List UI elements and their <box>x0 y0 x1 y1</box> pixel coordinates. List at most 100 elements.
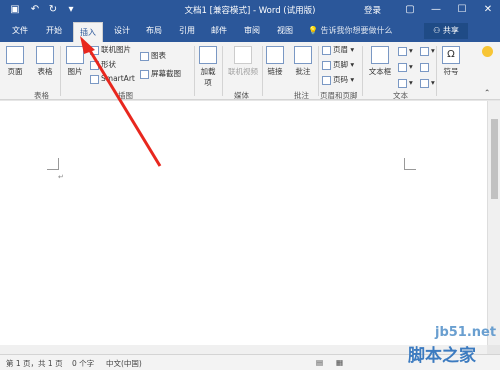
online-picture-icon <box>90 45 99 55</box>
footer-icon <box>322 60 331 70</box>
link-icon <box>266 46 284 64</box>
crop-mark-right <box>404 158 416 170</box>
collapse-ribbon-icon[interactable]: ⌃ <box>484 88 490 97</box>
tab-layout[interactable]: 布局 <box>146 25 162 36</box>
screenshot-button[interactable]: 屏幕截图 <box>140 68 181 79</box>
shapes-icon <box>90 60 99 70</box>
language-indicator[interactable]: 中文(中国) <box>106 358 142 369</box>
chart-label: 图表 <box>151 51 166 60</box>
page-number-label: 页码 <box>333 75 348 84</box>
screenshot-label: 屏幕截图 <box>151 69 181 78</box>
tab-view[interactable]: 视图 <box>277 25 293 36</box>
tab-insert[interactable]: 插入 <box>73 22 103 42</box>
group-table-label: 表格 <box>34 91 49 100</box>
page-number-icon <box>322 75 331 85</box>
person-icon: ⚇ <box>433 26 441 35</box>
word-count[interactable]: 0 个字 <box>72 358 94 369</box>
textbox-button[interactable]: 文本框 <box>366 46 394 77</box>
feedback-smiley-icon[interactable] <box>482 46 493 57</box>
page-number-button[interactable]: 页码 ▾ <box>322 74 354 85</box>
header-icon <box>322 45 331 55</box>
chart-icon <box>140 51 149 61</box>
video-icon <box>234 46 252 64</box>
addins-icon <box>199 46 217 64</box>
lightbulb-icon: 💡 <box>308 26 318 35</box>
wordart-icon[interactable]: ▾ <box>398 62 413 72</box>
login-link[interactable]: 登录 <box>364 4 381 16</box>
shapes-label: 形状 <box>101 60 116 69</box>
online-picture-button[interactable]: 联机图片 <box>90 44 131 55</box>
date-time-icon[interactable] <box>420 62 431 72</box>
online-video-button[interactable]: 联机视频 <box>226 46 260 77</box>
table-button[interactable]: 表格 <box>32 46 58 77</box>
symbol-button[interactable]: Ω 符号 <box>440 46 462 77</box>
signature-line-icon[interactable]: ▾ <box>420 46 435 56</box>
paragraph-mark: ↵ <box>58 173 64 181</box>
tell-me-text: 告诉我你想要做什么 <box>320 26 393 35</box>
crop-mark-left <box>47 158 59 170</box>
close-button[interactable]: ✕ <box>476 0 500 20</box>
share-label: 共享 <box>442 26 459 35</box>
omega-icon: Ω <box>442 46 460 64</box>
online-video-label: 联机视频 <box>228 67 258 76</box>
chart-button[interactable]: 图表 <box>140 50 166 61</box>
ribbon-tabs: 文件 开始 插入 设计 布局 引用 邮件 审阅 视图 💡 告诉我你想要做什么 ⚇… <box>0 20 500 42</box>
ribbon-separator <box>194 46 195 96</box>
table-label: 表格 <box>37 67 53 76</box>
watermark-text: 脚本之家 <box>408 346 476 366</box>
tab-references[interactable]: 引用 <box>179 25 195 36</box>
ribbon-separator <box>60 46 61 96</box>
comment-button[interactable]: 批注 <box>292 46 314 77</box>
quick-parts-icon[interactable]: ▾ <box>398 46 413 56</box>
group-header-footer-label: 页眉和页脚 <box>320 91 358 100</box>
picture-button[interactable]: 图片 <box>64 46 86 77</box>
vertical-scroll-thumb[interactable] <box>491 119 498 199</box>
ribbon-separator <box>262 46 263 96</box>
ribbon-display-icon[interactable]: ▢ <box>398 0 422 20</box>
page-button[interactable]: 页面 <box>4 46 26 77</box>
ribbon-separator <box>318 46 319 96</box>
maximize-button[interactable]: ☐ <box>450 0 474 20</box>
ribbon-separator <box>362 46 363 96</box>
tab-mailings[interactable]: 邮件 <box>211 25 227 36</box>
tab-design[interactable]: 设计 <box>114 25 130 36</box>
header-button[interactable]: 页眉 ▾ <box>322 44 354 55</box>
picture-icon <box>66 46 84 64</box>
group-comments-label: 批注 <box>294 91 309 100</box>
footer-button[interactable]: 页脚 ▾ <box>322 59 354 70</box>
tab-home[interactable]: 开始 <box>46 25 62 36</box>
comment-icon <box>294 46 312 64</box>
comment-label: 批注 <box>295 67 311 76</box>
link-button[interactable]: 链接 <box>265 46 285 77</box>
object-icon[interactable]: ▾ <box>420 78 435 88</box>
shapes-button[interactable]: 形状 <box>90 59 116 70</box>
read-mode-icon[interactable]: ▤ <box>316 358 323 367</box>
tell-me-input[interactable]: 💡 告诉我你想要做什么 <box>308 25 393 36</box>
tab-file[interactable]: 文件 <box>12 25 28 36</box>
link-label: 链接 <box>267 67 283 76</box>
symbol-label: 符号 <box>443 67 459 76</box>
smartart-label: SmartArt <box>101 74 135 83</box>
addins-button[interactable]: 加载项 <box>198 46 218 88</box>
addins-label: 加载项 <box>200 67 216 87</box>
group-illustrations-label: 插图 <box>118 91 133 100</box>
screenshot-icon <box>140 69 149 79</box>
smartart-button[interactable]: SmartArt <box>90 74 135 84</box>
page-count[interactable]: 第 1 页，共 1 页 <box>6 358 63 369</box>
print-layout-icon[interactable]: ▦ <box>336 358 343 367</box>
tab-review[interactable]: 审阅 <box>244 25 260 36</box>
minimize-button[interactable]: — <box>424 0 448 20</box>
footer-label: 页脚 <box>333 60 348 69</box>
group-text-label: 文本 <box>393 91 408 100</box>
dropcap-icon[interactable]: ▾ <box>398 78 413 88</box>
textbox-icon <box>371 46 389 64</box>
document-page[interactable]: ↵ <box>0 101 487 345</box>
title-bar: ▣ ↶ ↻ ▾ 文档1 [兼容模式] - Word (试用版) 登录 ▢ — ☐… <box>0 0 500 20</box>
textbox-label: 文本框 <box>368 67 392 76</box>
vertical-scrollbar[interactable] <box>487 101 500 345</box>
ribbon-separator <box>436 46 437 96</box>
document-area: ↵ <box>0 101 487 345</box>
share-button[interactable]: ⚇ 共享 <box>424 23 468 39</box>
table-icon <box>36 46 54 64</box>
ribbon-insert: 页面 表格 表格 图片 联机图片 形状 SmartArt 图表 屏幕截图 插图 … <box>0 42 500 100</box>
